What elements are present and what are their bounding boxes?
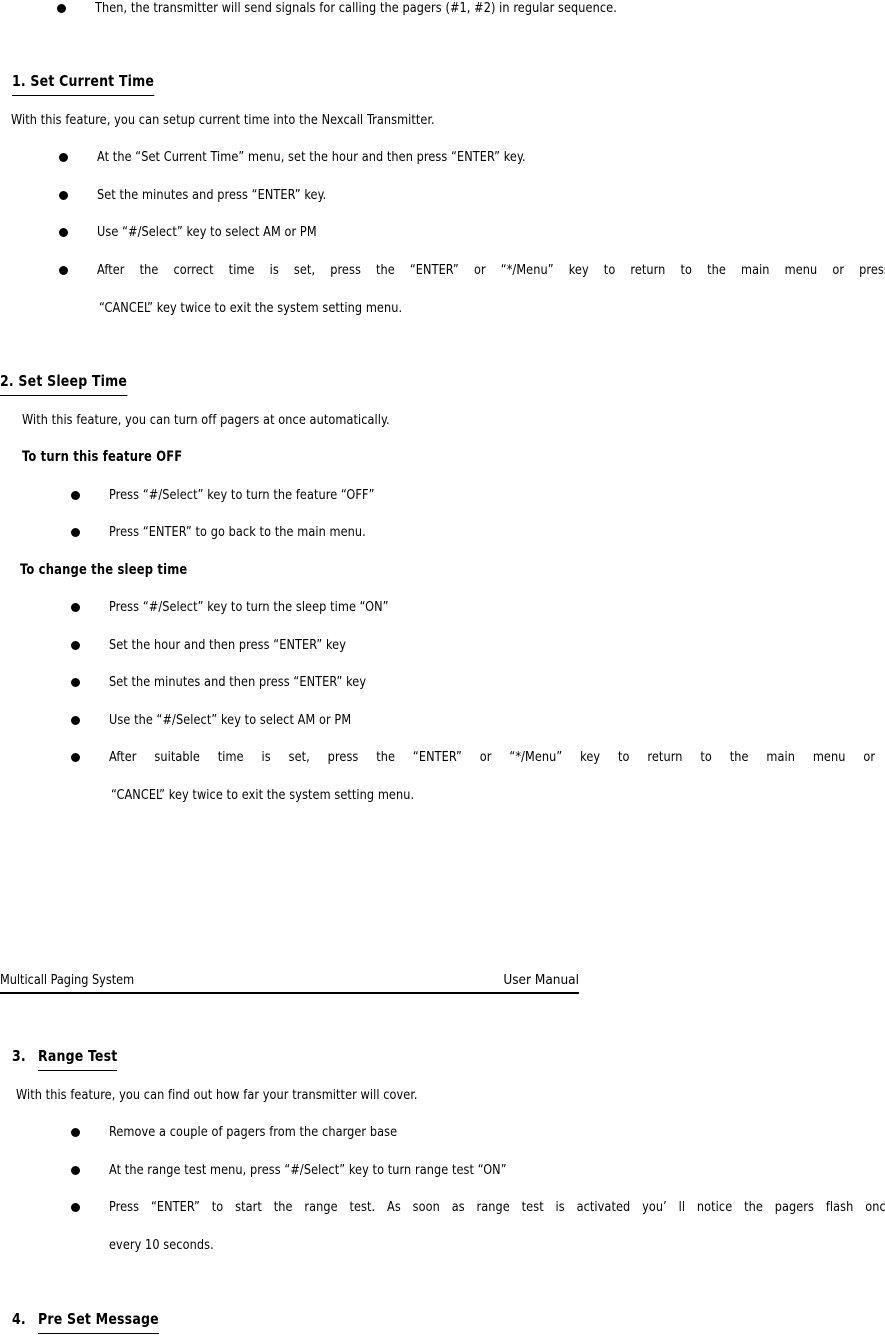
list-item-label: Use the “#/Select” key to select AM or P… <box>109 712 352 728</box>
bullet-icon <box>71 678 80 687</box>
list-item-label: Press “ENTER” to go back to the main men… <box>109 524 366 540</box>
list-item-label: At the range test menu, press “#/Select”… <box>109 1162 507 1178</box>
list-item-label: Press “#/Select” key to turn the feature… <box>109 487 375 503</box>
bullet-icon <box>71 1203 80 1212</box>
document-page: Then, the transmitter will send signals … <box>0 0 885 1336</box>
section-heading-4-text: Pre Set Message <box>37 1310 159 1334</box>
section-1-intro: With this feature, you can setup current… <box>11 112 435 128</box>
bullet-icon <box>59 153 68 162</box>
bullet-icon <box>71 753 80 762</box>
list-item-continuation: “CANCEL” key twice to exit the system se… <box>99 300 403 316</box>
bullet-icon <box>71 1128 80 1137</box>
section-heading-2: 2. Set Sleep Time <box>0 372 128 396</box>
list-item-label: Set the hour and then press “ENTER” key <box>109 637 346 653</box>
section-3-intro: With this feature, you can find out how … <box>16 1087 418 1103</box>
section-heading-4: 4. Pre Set Message <box>12 1310 159 1334</box>
list-item-label: At the “Set Current Time” menu, set the … <box>97 149 526 165</box>
list-item-label: Set the minutes and then press “ENTER” k… <box>109 674 367 690</box>
subheading-turn-off: To turn this feature OFF <box>22 449 183 465</box>
bullet-icon <box>71 528 80 537</box>
section-heading-3-text: Range Test <box>37 1047 118 1071</box>
bullet-icon <box>71 603 80 612</box>
list-item-label: After suitable time is set, press the “E… <box>109 749 885 765</box>
section-heading-1: 1. Set Current Time <box>12 72 155 96</box>
list-item-label: After the correct time is set, press the… <box>97 262 885 278</box>
footer-left-text: Multicall Paging System <box>0 972 135 988</box>
bullet-icon <box>59 228 68 237</box>
bullet-icon <box>57 4 66 13</box>
bullet-icon <box>71 1166 80 1175</box>
list-item-label: Set the minutes and press “ENTER” key. <box>97 187 327 203</box>
section-heading-3-number: 3. <box>12 1047 26 1065</box>
list-item-label: Use “#/Select” key to select AM or PM <box>97 224 317 240</box>
subheading-change-sleep-time: To change the sleep time <box>20 562 188 578</box>
bullet-icon <box>71 716 80 725</box>
list-item-label: Press “ENTER” to start the range test. A… <box>109 1199 885 1215</box>
list-item-continuation: “CANCEL” key twice to exit the system se… <box>111 787 415 803</box>
section-heading-2-text: 2. Set Sleep Time <box>0 372 128 396</box>
section-2-intro: With this feature, you can turn off page… <box>22 412 390 428</box>
bullet-icon <box>59 266 68 275</box>
list-item-label: Press “#/Select” key to turn the sleep t… <box>109 599 389 615</box>
section-heading-1-text: 1. Set Current Time <box>12 72 155 96</box>
section-heading-3: 3. Range Test <box>12 1047 118 1071</box>
section-heading-4-number: 4. <box>12 1310 26 1328</box>
bullet-icon <box>71 641 80 650</box>
footer-right-text: User Manual <box>503 972 579 988</box>
list-item-label: Then, the transmitter will send signals … <box>95 0 617 16</box>
bullet-icon <box>71 491 80 500</box>
bullet-icon <box>59 191 68 200</box>
page-footer: Multicall Paging System User Manual <box>0 972 579 994</box>
list-item-label: Remove a couple of pagers from the charg… <box>109 1124 398 1140</box>
list-item-continuation: every 10 seconds. <box>109 1237 214 1253</box>
